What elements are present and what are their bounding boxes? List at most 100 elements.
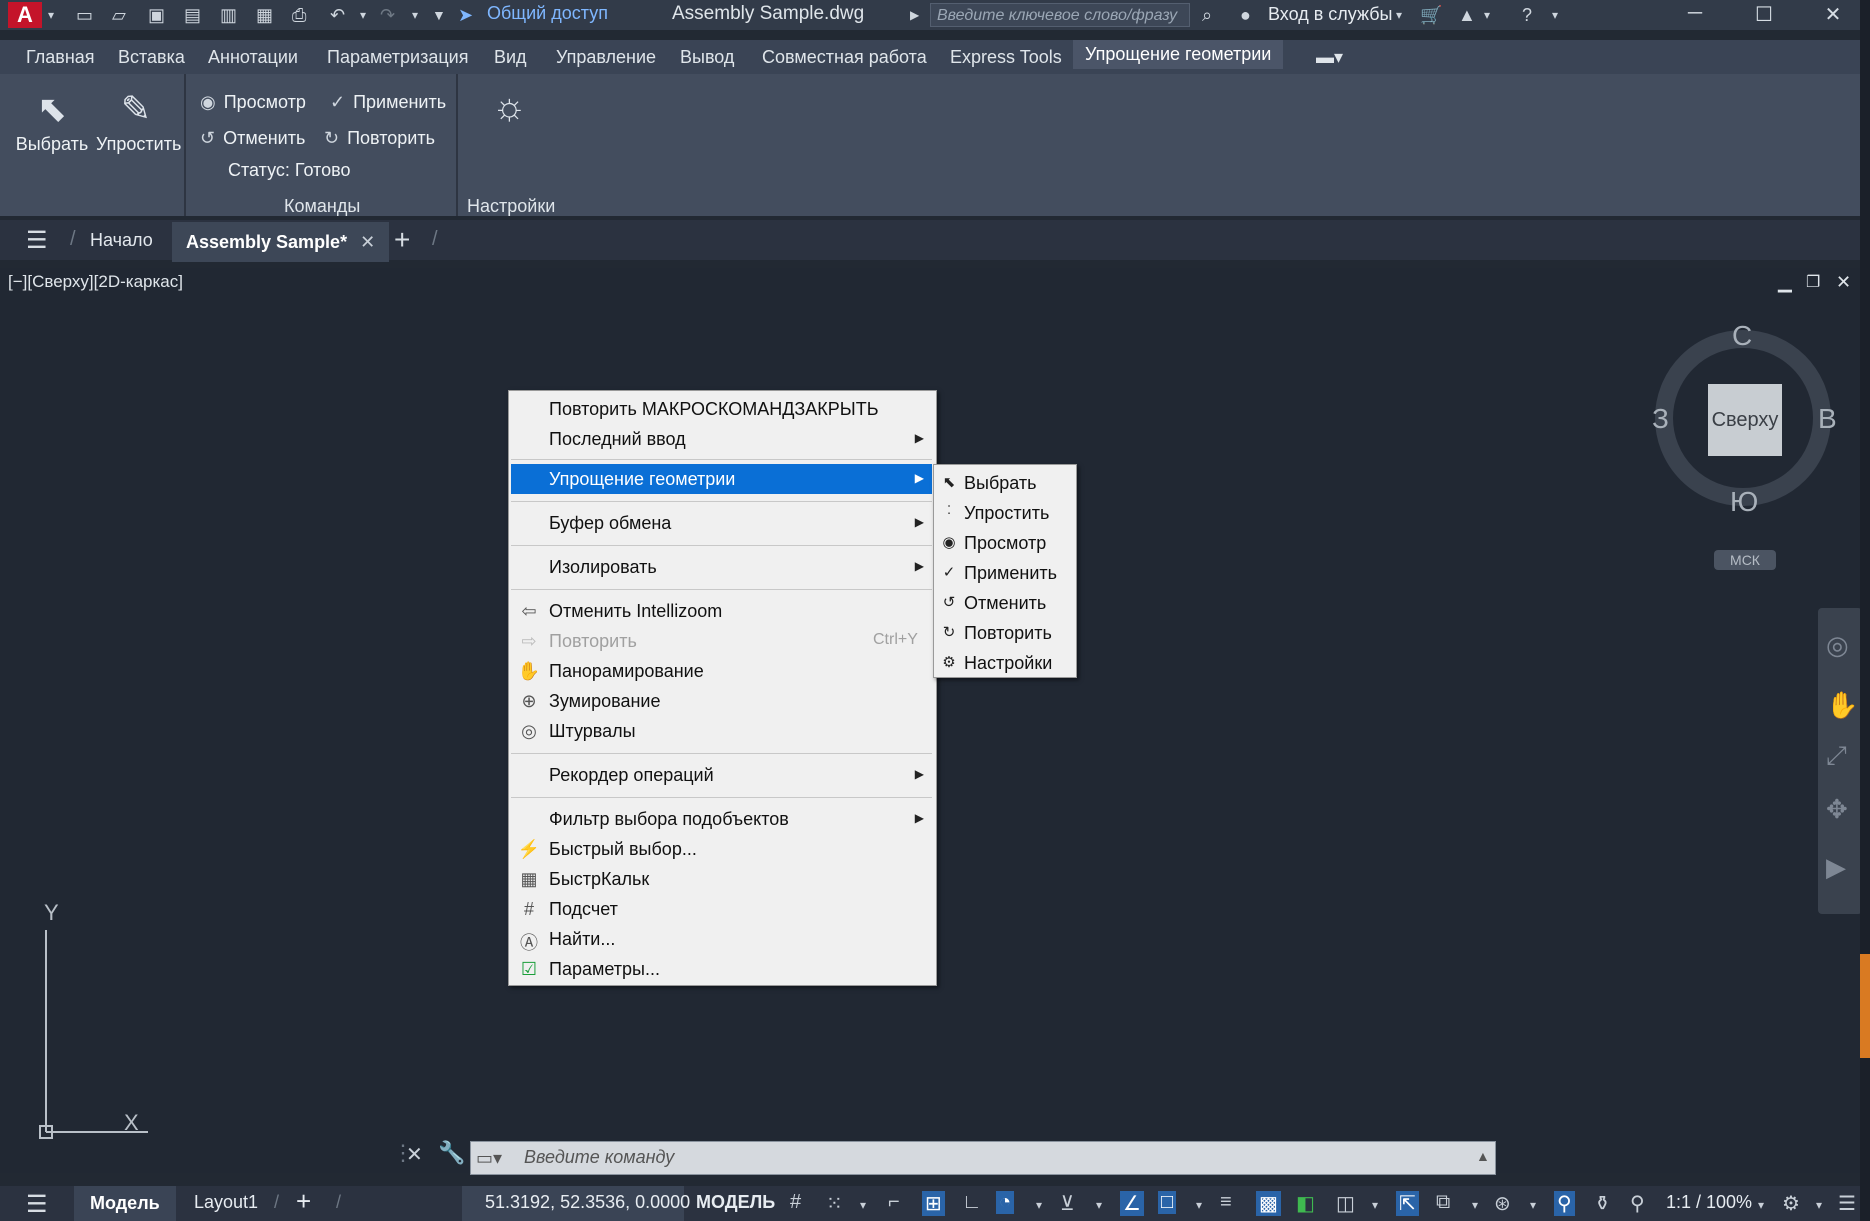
ribbon-simplify-button[interactable]: ✎ Упростить <box>96 84 181 155</box>
chevron-down-icon[interactable]: ▾ <box>1552 4 1558 26</box>
object-snap-tracking-icon[interactable]: ∠ <box>1120 1191 1144 1216</box>
ribbon-tab-4[interactable]: Параметризация <box>327 47 468 68</box>
ribbon-redo-button[interactable]: ↻ Повторить <box>324 128 435 149</box>
viewcube-east[interactable]: В <box>1818 403 1837 435</box>
submenu-item-select[interactable]: Выбрать <box>964 473 1037 494</box>
chevron-down-icon[interactable]: ▾ <box>1196 1198 1202 1212</box>
menu-item-repeat[interactable]: Повторить МАКРОСКОМАНДЗАКРЫТЬ <box>549 399 879 420</box>
submenu-item-undo[interactable]: Отменить <box>964 593 1046 614</box>
ribbon-apply-button[interactable]: ✓ Применить <box>330 92 446 113</box>
autocad-logo-icon[interactable]: A <box>8 2 42 28</box>
tab-layout1[interactable]: Layout1 <box>194 1192 258 1213</box>
ribbon-tab-10[interactable]: Упрощение геометрии <box>1073 40 1284 69</box>
steering-wheel-icon[interactable]: ◎ <box>1826 630 1849 661</box>
selection-filter-icon[interactable]: ⧉ <box>1436 1191 1450 1214</box>
menu-hamburger-icon[interactable]: ☰ <box>26 1190 48 1219</box>
menu-item-count[interactable]: Подсчет <box>549 899 618 920</box>
command-expand-icon[interactable]: ▲ <box>1476 1148 1490 1164</box>
ribbon-tab-9[interactable]: Express Tools <box>950 47 1062 68</box>
save-icon[interactable]: ▣ <box>148 4 165 26</box>
print-icon[interactable]: ⎙ <box>292 4 306 26</box>
redo-icon[interactable]: ↷ <box>380 4 395 26</box>
ribbon-select-button[interactable]: ⬉ Выбрать <box>12 84 92 155</box>
menu-hamburger-icon[interactable]: ☰ <box>26 226 48 255</box>
chevron-down-icon[interactable]: ▾ <box>1472 1198 1478 1212</box>
isodraft-icon[interactable]: ⊻ <box>1060 1191 1075 1216</box>
chevron-down-icon[interactable]: ▾ <box>1372 1198 1378 1212</box>
dynamic-ucs-icon[interactable]: ⇱ <box>1396 1191 1419 1216</box>
pan-hand-icon[interactable]: ✋ <box>1826 690 1858 721</box>
expand-arrow-icon[interactable]: ▶ <box>910 4 919 26</box>
command-customize-wrench-icon[interactable]: 🔧 <box>438 1140 465 1166</box>
zoom-extents-icon[interactable]: ⤢ <box>1826 740 1847 772</box>
user-icon[interactable]: ● <box>1240 4 1251 26</box>
menu-item-simplify-geometry[interactable]: Упрощение геометрии <box>549 469 735 490</box>
new-layout-plus-icon[interactable]: + <box>296 1186 311 1217</box>
ribbon-tab-3[interactable]: Аннотации <box>208 47 298 68</box>
menu-item-isolate[interactable]: Изолировать <box>549 557 657 578</box>
ribbon-tab-1[interactable]: Главная <box>26 47 95 68</box>
menu-item-zoom[interactable]: Зумирование <box>549 691 661 712</box>
chevron-down-icon[interactable]: ▾ <box>1758 1198 1764 1212</box>
viewport-close-icon[interactable]: ✕ <box>1836 272 1851 293</box>
command-close-icon[interactable]: ✕ <box>406 1142 423 1167</box>
menu-item-clipboard[interactable]: Буфер обмена <box>549 513 671 534</box>
close-tab-icon[interactable]: ✕ <box>360 232 375 252</box>
share-icon[interactable]: ➤ <box>458 4 473 26</box>
dynamic-input-icon[interactable]: ⊞ <box>922 1191 945 1216</box>
menu-item-last-input[interactable]: Последний ввод <box>549 429 686 450</box>
viewport-restore-icon[interactable]: ❐ <box>1806 272 1820 292</box>
cart-icon[interactable]: 🛒 <box>1420 4 1442 26</box>
share-button[interactable]: Общий доступ <box>487 3 608 24</box>
command-history-icon[interactable]: ▭▾ <box>476 1148 502 1169</box>
tab-assembly-sample[interactable]: Assembly Sample* ✕ <box>172 222 390 262</box>
object-snap-icon[interactable]: □ <box>1158 1191 1177 1214</box>
orbit-icon[interactable]: ✥ <box>1826 794 1848 825</box>
annotation-scale-icon[interactable]: ⚲ <box>1630 1191 1645 1216</box>
ribbon-undo-button[interactable]: ↺ Отменить <box>200 128 305 149</box>
ribbon-group-commands[interactable]: Команды <box>284 196 360 217</box>
open-folder-icon[interactable]: ▱ <box>112 4 126 26</box>
submenu-item-apply[interactable]: Применить <box>964 563 1057 584</box>
chevron-down-icon[interactable]: ▾ <box>412 4 418 26</box>
menu-item-subobject-filter[interactable]: Фильтр выбора подобъектов <box>549 809 789 830</box>
ribbon-minimize-toggle-icon[interactable]: ▬▾ <box>1316 47 1343 68</box>
ribbon-tab-6[interactable]: Управление <box>556 47 656 68</box>
selection-cycling-icon[interactable]: ◧ <box>1296 1191 1315 1216</box>
infer-constraints-icon[interactable]: ⌐ <box>888 1191 900 1214</box>
submenu-item-simplify[interactable]: Упростить <box>964 503 1049 524</box>
ribbon-group-settings[interactable]: Настройки <box>467 196 555 217</box>
auto-scale-icon[interactable]: ⚱ <box>1594 1191 1611 1216</box>
chevron-down-icon[interactable]: ▾ <box>1036 1198 1042 1212</box>
search-input[interactable]: Введите ключевое слово/фразу <box>930 3 1190 27</box>
viewport-controls-label[interactable]: [−][Сверху][2D-каркас] <box>8 272 183 292</box>
menu-item-find[interactable]: Найти... <box>549 929 615 950</box>
showmotion-icon[interactable]: ▶ <box>1826 852 1846 883</box>
submenu-item-redo[interactable]: Повторить <box>964 623 1052 644</box>
3d-osnap-icon[interactable]: ◫ <box>1336 1191 1355 1216</box>
chevron-down-icon[interactable]: ▾ <box>48 4 54 26</box>
gear-icon[interactable]: ⚙ <box>1782 1191 1800 1216</box>
search-icon[interactable]: ⌕ <box>1202 4 1212 26</box>
menu-item-quickcalc[interactable]: БыстрКальк <box>549 869 649 890</box>
maximize-icon[interactable]: ☐ <box>1749 2 1779 28</box>
transparency-icon[interactable]: ▩ <box>1256 1191 1281 1216</box>
viewport-minimize-icon[interactable]: ▁ <box>1778 272 1792 293</box>
chevron-down-icon[interactable]: ▾ <box>360 4 366 26</box>
menu-item-undo-intellizoom[interactable]: Отменить Intellizoom <box>549 601 722 622</box>
chevron-down-icon[interactable]: ▾ <box>1396 4 1402 26</box>
menu-item-options[interactable]: Параметры... <box>549 959 660 980</box>
chevron-down-icon[interactable]: ▾ <box>1816 1198 1822 1212</box>
ribbon-tab-7[interactable]: Вывод <box>680 47 734 68</box>
ortho-icon[interactable]: ∟ <box>962 1191 982 1214</box>
new-file-icon[interactable]: ▭ <box>76 4 93 26</box>
ucs-menu-button[interactable]: МСК <box>1714 550 1776 570</box>
gizmo-icon[interactable]: ⊛ <box>1494 1191 1511 1216</box>
undo-icon[interactable]: ↶ <box>330 4 345 26</box>
ribbon-tab-5[interactable]: Вид <box>494 47 527 68</box>
ribbon-tab-8[interactable]: Совместная работа <box>762 47 927 68</box>
tab-start[interactable]: Начало <box>90 230 153 251</box>
lineweight-icon[interactable]: ≡ <box>1220 1191 1232 1214</box>
save-as-icon[interactable]: ▤ <box>184 4 201 26</box>
menu-item-steeringwheels[interactable]: Штурвалы <box>549 721 636 742</box>
